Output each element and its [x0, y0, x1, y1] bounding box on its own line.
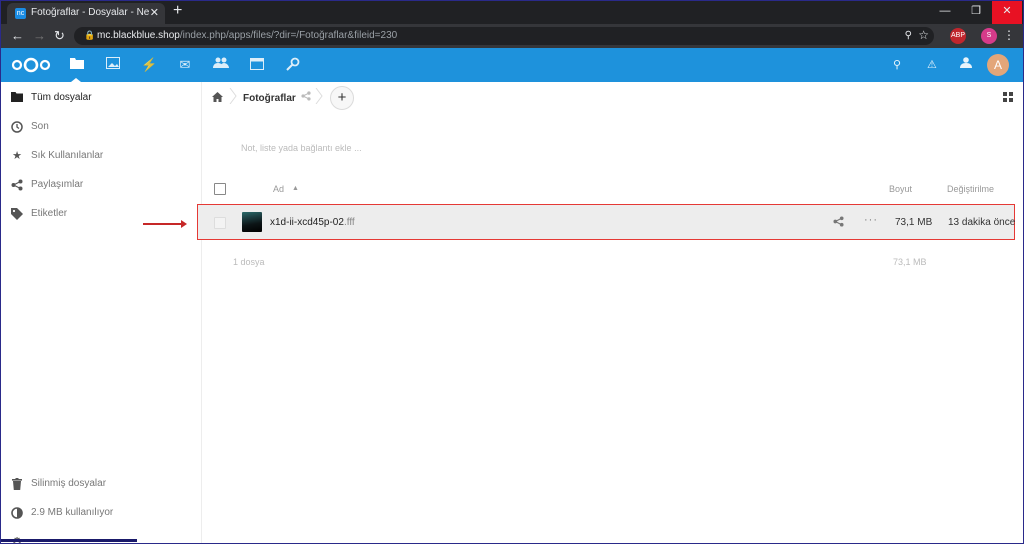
home-icon[interactable]	[212, 92, 223, 105]
file-size: 73,1 MB	[895, 217, 933, 228]
column-header-modified[interactable]: Değiştirilme	[947, 184, 994, 194]
key-icon[interactable]: ⚲	[905, 30, 912, 41]
summary-total-size: 73,1 MB	[893, 257, 927, 267]
file-modified: 13 dakika önce	[948, 217, 1016, 228]
passwords-app-icon[interactable]	[285, 57, 301, 73]
contacts-menu-icon[interactable]	[960, 57, 972, 73]
rich-workspace-placeholder[interactable]: Not, liste yada bağlantı ekle ...	[241, 143, 362, 153]
file-name[interactable]: x1d-ii-xcd45p-02.fff	[270, 217, 355, 228]
sidebar-item-favorites[interactable]: ★ Sık Kullanılanlar	[1, 142, 201, 171]
grid-view-toggle-icon[interactable]	[1003, 92, 1013, 102]
address-bar-row: ← → ↻ 🔒 mc.blackblue.shop/index.php/apps…	[1, 24, 1023, 48]
files-main-content: Fotoğraflar + Not, liste yada bağlantı e…	[197, 82, 1023, 543]
bottom-edge-strip	[1, 539, 137, 542]
clock-icon	[11, 121, 23, 133]
sidebar-item-label: Sık Kullanılanlar	[31, 150, 104, 161]
column-header-size[interactable]: Boyut	[889, 184, 912, 194]
close-tab-icon[interactable]: ✕	[150, 6, 159, 19]
calendar-app-icon[interactable]	[249, 57, 265, 73]
folder-icon	[11, 92, 23, 104]
sidebar-item-all-files[interactable]: Tüm dosyalar	[1, 84, 201, 113]
sidebar-item-label: 2.9 MB kullanılıyor	[31, 507, 114, 518]
nextcloud-favicon-icon: nc	[15, 8, 26, 19]
back-icon[interactable]: ←	[11, 28, 24, 43]
annotation-arrow-head	[181, 220, 187, 228]
notifications-bell-icon[interactable]: ⚠	[927, 57, 937, 73]
reload-icon[interactable]: ↻	[54, 28, 65, 44]
sidebar-item-label: Paylaşımlar	[31, 179, 84, 190]
bookmark-star-icon[interactable]: ☆	[918, 28, 929, 42]
photos-app-icon[interactable]	[105, 57, 121, 73]
search-icon[interactable]: ⚲	[893, 57, 901, 73]
sidebar-item-recent[interactable]: Son	[1, 113, 201, 142]
breadcrumb-separator-icon	[315, 88, 323, 104]
file-more-actions-icon[interactable]: ···	[864, 214, 878, 226]
share-icon[interactable]	[301, 91, 311, 104]
maximize-icon[interactable]: ❐	[961, 1, 991, 24]
browser-menu-icon[interactable]: ⋮	[1003, 28, 1015, 42]
tab-bar: nc Fotoğraflar - Dosyalar - Nextcloud ✕ …	[1, 1, 1023, 24]
files-app-icon[interactable]	[69, 57, 85, 73]
star-icon: ★	[12, 150, 22, 162]
sort-ascending-icon[interactable]: ▲	[292, 185, 299, 192]
sidebar-item-deleted-files[interactable]: Silinmiş dosyalar	[1, 470, 201, 499]
file-share-icon[interactable]	[833, 216, 844, 230]
omnibox[interactable]: 🔒 mc.blackblue.shop/index.php/apps/files…	[74, 27, 934, 45]
file-thumbnail[interactable]	[242, 212, 262, 232]
profile-avatar-icon[interactable]: S	[981, 28, 997, 44]
sidebar-item-shares[interactable]: Paylaşımlar	[1, 171, 201, 200]
column-header-name[interactable]: Ad	[273, 184, 284, 194]
file-checkbox[interactable]	[214, 217, 226, 229]
trash-icon	[11, 478, 23, 490]
user-avatar[interactable]: A	[987, 54, 1009, 76]
url-text: mc.blackblue.shop/index.php/apps/files/?…	[97, 30, 398, 41]
browser-window: nc Fotoğraflar - Dosyalar - Nextcloud ✕ …	[0, 0, 1024, 544]
annotation-arrow	[143, 223, 183, 225]
select-all-checkbox[interactable]	[214, 183, 226, 195]
breadcrumb-separator-icon	[229, 88, 237, 104]
quota-pie-icon	[11, 507, 23, 519]
nextcloud-logo-icon[interactable]	[11, 57, 51, 73]
lock-icon: 🔒	[84, 30, 96, 40]
sidebar-item-label: Etiketler	[31, 208, 68, 219]
adblock-extension-icon[interactable]: ABP	[950, 28, 966, 44]
file-row[interactable]: x1d-ii-xcd45p-02.fff ··· 73,1 MB 13 daki…	[197, 204, 1015, 240]
new-file-button[interactable]: +	[330, 86, 354, 110]
sidebar-item-label: Silinmiş dosyalar	[31, 478, 107, 489]
contacts-app-icon[interactable]	[213, 57, 229, 73]
close-window-icon[interactable]: ✕	[992, 1, 1022, 24]
app-navigation: Tüm dosyalar Son ★ Sık Kullanılanlar Pay…	[1, 82, 202, 543]
sidebar-item-label: Son	[31, 121, 49, 132]
nextcloud-header: ⚡ ✉ ⚲ ⚠ A	[1, 48, 1023, 82]
activity-app-icon[interactable]: ⚡	[141, 57, 157, 73]
mail-app-icon[interactable]: ✉	[177, 57, 193, 73]
tag-icon	[11, 208, 23, 220]
breadcrumb-current-folder[interactable]: Fotoğraflar	[243, 93, 296, 104]
file-extension: .fff	[343, 217, 355, 228]
tab-title: Fotoğraflar - Dosyalar - Nextcloud	[31, 7, 149, 18]
share-icon	[11, 179, 23, 191]
summary-file-count: 1 dosya	[233, 257, 265, 267]
forward-icon[interactable]: →	[33, 28, 46, 43]
new-tab-button[interactable]: +	[173, 2, 182, 20]
sidebar-item-quota[interactable]: 2.9 MB kullanılıyor	[1, 499, 201, 528]
browser-tab[interactable]: nc Fotoğraflar - Dosyalar - Nextcloud ✕	[7, 3, 165, 24]
sidebar-item-label: Tüm dosyalar	[31, 92, 92, 103]
minimize-icon[interactable]: —	[930, 1, 960, 24]
